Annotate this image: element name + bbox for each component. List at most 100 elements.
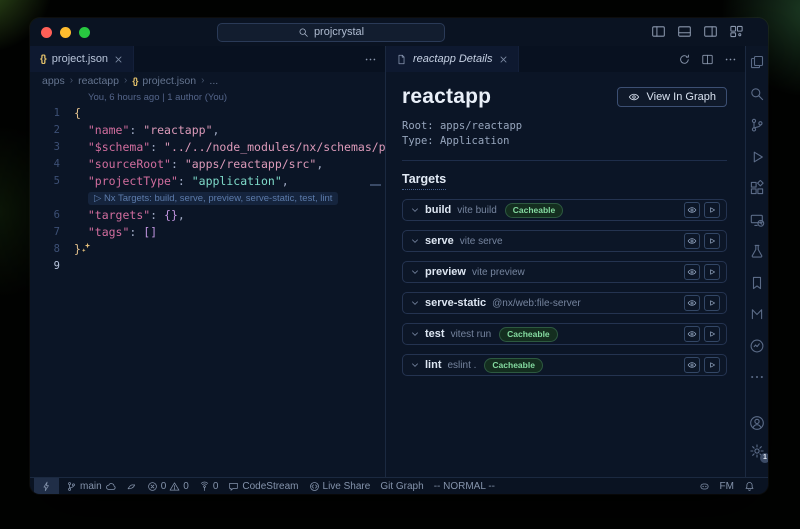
activity-source-control-icon[interactable] [749, 117, 765, 133]
codelens-blame[interactable]: You, 6 hours ago | 1 author (You) [30, 91, 385, 105]
customize-layout-icon[interactable] [729, 24, 744, 39]
status-item-ports[interactable]: 0 [194, 478, 224, 494]
chevron-down-icon[interactable] [410, 360, 420, 370]
run-target-button[interactable] [704, 295, 720, 311]
view-in-graph-button[interactable]: View In Graph [617, 87, 727, 107]
toggle-sidebar-right-icon[interactable] [703, 24, 718, 39]
target-row-serve-static[interactable]: serve-static@nx/web:file-server [402, 292, 727, 314]
view-target-button[interactable] [684, 295, 700, 311]
line-number: 9 [30, 258, 74, 275]
liveshare-icon [309, 481, 320, 492]
activity-run-debug-icon[interactable] [749, 149, 765, 165]
play-icon [707, 205, 717, 215]
toggle-panel-icon[interactable] [677, 24, 692, 39]
code-line[interactable]: 7 "tags": [] [30, 224, 385, 241]
status-item-extension-bird[interactable] [121, 478, 142, 494]
status-item-notifications[interactable] [739, 478, 760, 494]
run-target-button[interactable] [704, 264, 720, 280]
target-name: preview [425, 266, 466, 278]
tab-project-json[interactable]: {} project.json [30, 46, 134, 72]
breadcrumb-project-json[interactable]: project.json [142, 75, 196, 87]
status-item-git-graph[interactable]: Git Graph [375, 478, 428, 494]
target-row-preview[interactable]: previewvite preview [402, 261, 727, 283]
refresh-icon[interactable] [678, 53, 691, 66]
activity-more-icon[interactable] [749, 369, 765, 385]
chevron-down-icon[interactable] [410, 236, 420, 246]
status-item-copilot[interactable] [694, 478, 715, 494]
view-target-button[interactable] [684, 264, 700, 280]
code-line[interactable]: 9 [30, 258, 385, 275]
target-row-test[interactable]: testvitest runCacheable [402, 323, 727, 345]
breadcrumb-symbol[interactable]: ... [209, 75, 218, 87]
status-item-fm[interactable]: FM [715, 478, 739, 494]
breadcrumb-reactapp[interactable]: reactapp [78, 75, 119, 87]
code-line[interactable]: 5 "projectType": "application", [30, 173, 385, 190]
zoom-window-button[interactable] [79, 27, 90, 38]
code-line[interactable]: 4 "sourceRoot": "apps/reactapp/src", [30, 156, 385, 173]
play-icon [707, 298, 717, 308]
minimize-window-button[interactable] [60, 27, 71, 38]
toggle-sidebar-left-icon[interactable] [651, 24, 666, 39]
status-item-vim-mode[interactable]: -- NORMAL -- [429, 478, 500, 494]
close-tab-icon[interactable] [114, 55, 123, 64]
chevron-down-icon[interactable] [410, 267, 420, 277]
play-icon [707, 360, 717, 370]
branch-icon [66, 481, 77, 492]
view-target-button[interactable] [684, 202, 700, 218]
search-value: projcrystal [314, 26, 364, 38]
status-item-live-share[interactable]: Live Share [304, 478, 376, 494]
nx-targets-inline-hint[interactable]: ▷ Nx Targets: build, serve, preview, ser… [30, 190, 385, 207]
status-item-problems[interactable]: 00 [142, 478, 194, 494]
code-line[interactable]: 6 "targets": {}, [30, 207, 385, 224]
run-target-button[interactable] [704, 357, 720, 373]
view-target-button[interactable] [684, 326, 700, 342]
more-actions-icon[interactable] [364, 53, 377, 66]
cacheable-badge: Cacheable [505, 203, 564, 218]
chevron-down-icon[interactable] [410, 205, 420, 215]
tab-label: project.json [52, 53, 108, 65]
bell-icon [744, 481, 755, 492]
activity-explorer-icon[interactable] [749, 54, 765, 70]
more-actions-icon[interactable] [724, 53, 737, 66]
chevron-down-icon[interactable] [410, 329, 420, 339]
target-name: lint [425, 359, 442, 371]
close-tab-icon[interactable] [499, 55, 508, 64]
view-target-button[interactable] [684, 233, 700, 249]
activity-wakatime-icon[interactable] [749, 338, 765, 354]
command-center-search[interactable]: projcrystal [217, 23, 445, 42]
play-icon [707, 236, 717, 246]
chevron-down-icon[interactable] [410, 298, 420, 308]
run-target-button[interactable] [704, 326, 720, 342]
settings-badge: 1 [760, 453, 768, 463]
split-editor-icon[interactable] [701, 53, 714, 66]
cacheable-badge: Cacheable [484, 358, 543, 373]
status-item-codestream[interactable]: CodeStream [223, 478, 303, 494]
activity-remote-explorer-icon[interactable] [749, 212, 765, 228]
activity-settings-icon[interactable]: 1 [749, 443, 765, 459]
activity-bookmarks-icon[interactable] [749, 275, 765, 291]
target-row-lint[interactable]: linteslint .Cacheable [402, 354, 727, 376]
code-line[interactable]: 3 "$schema": "../../node_modules/nx/sche… [30, 139, 385, 156]
eye-icon [687, 329, 697, 339]
status-item-runner[interactable] [34, 478, 59, 494]
breadcrumb-apps[interactable]: apps [42, 75, 65, 87]
eye-icon [687, 205, 697, 215]
close-window-button[interactable] [41, 27, 52, 38]
activity-account-icon[interactable] [749, 415, 765, 431]
tab-reactapp-details[interactable]: reactapp Details [386, 46, 519, 72]
code-editor[interactable]: You, 6 hours ago | 1 author (You) 1{2 "n… [30, 89, 385, 477]
status-item-git-branch[interactable]: main [61, 478, 121, 494]
run-target-button[interactable] [704, 233, 720, 249]
activity-nx-console-icon[interactable] [749, 306, 765, 322]
activity-testing-icon[interactable] [749, 243, 765, 259]
activity-search-icon[interactable] [749, 86, 765, 102]
code-line[interactable]: 2 "name": "reactapp", [30, 122, 385, 139]
view-target-button[interactable] [684, 357, 700, 373]
target-command: @nx/web:file-server [492, 298, 581, 309]
target-row-build[interactable]: buildvite buildCacheable [402, 199, 727, 221]
target-row-serve[interactable]: servevite serve [402, 230, 727, 252]
activity-extensions-icon[interactable] [749, 180, 765, 196]
code-line[interactable]: 1{ [30, 105, 385, 122]
run-target-button[interactable] [704, 202, 720, 218]
code-line[interactable]: 8} [30, 241, 385, 258]
